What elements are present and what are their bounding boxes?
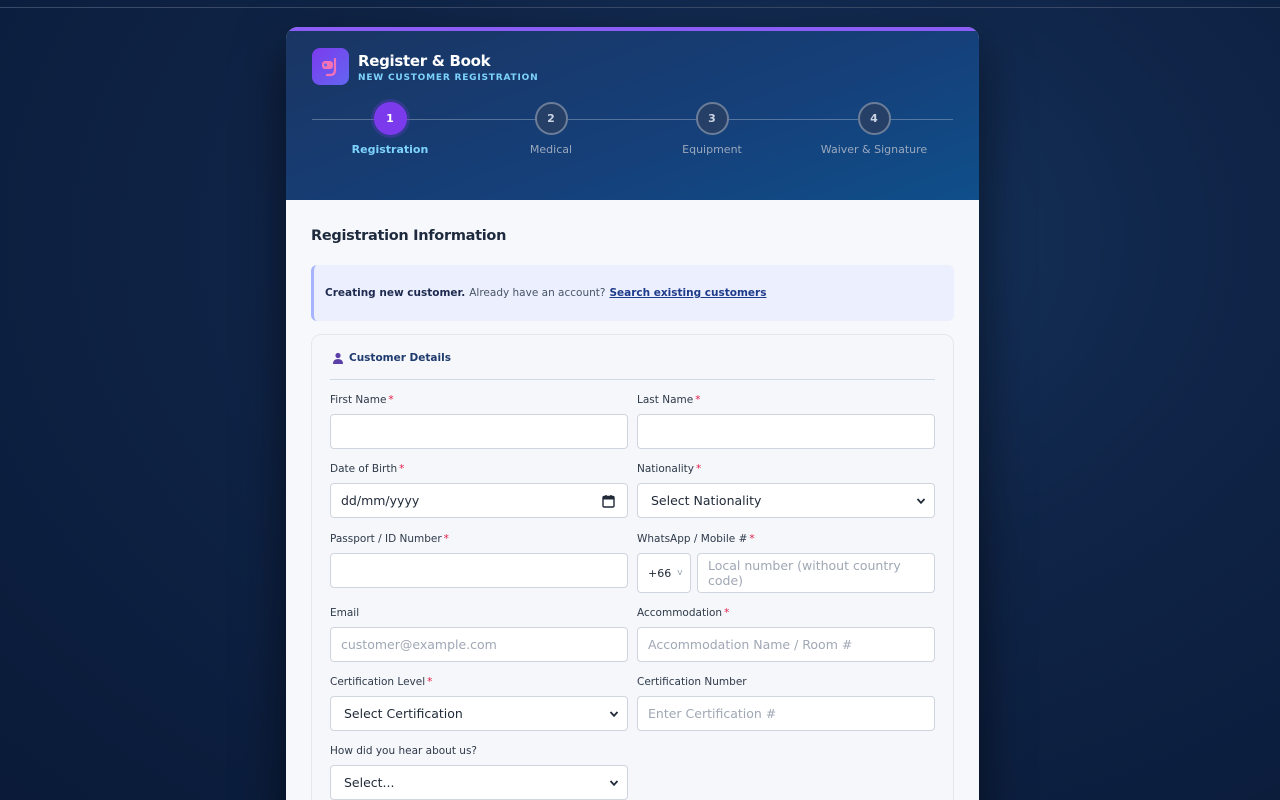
nationality-value: Select Nationality — [651, 493, 762, 508]
cert-number-label: Certification Number — [637, 676, 747, 688]
required-marker: * — [399, 463, 405, 475]
passport-input[interactable] — [330, 553, 628, 588]
app-subtitle: NEW CUSTOMER REGISTRATION — [358, 73, 539, 83]
whatsapp-label: WhatsApp / Mobile # * — [637, 533, 755, 545]
whatsapp-placeholder: Local number (without country code) — [708, 558, 901, 588]
label-text: Accommodation — [637, 607, 723, 619]
dob-input[interactable]: dd/mm/yyyy — [330, 483, 628, 518]
card-header: Register & Book NEW CUSTOMER REGISTRATIO… — [286, 27, 979, 200]
user-icon — [333, 352, 343, 364]
dob-value: dd/mm/yyyy — [341, 493, 420, 508]
label-text: Nationality — [637, 463, 695, 475]
label-text: Certification Level — [330, 676, 426, 688]
notice-text: Already have an account? — [469, 287, 606, 299]
label-text: WhatsApp / Mobile # — [637, 533, 748, 545]
country-code-select[interactable]: +66 v — [637, 553, 691, 593]
hear-about-label: How did you hear about us? — [330, 745, 477, 757]
app-logo — [312, 48, 349, 85]
last-name-label: Last Name * — [637, 394, 700, 406]
cert-number-input[interactable]: Enter Certification # — [637, 696, 935, 731]
step-number: 1 — [373, 102, 407, 135]
label-text: Certification Number — [637, 676, 747, 688]
email-label: Email — [330, 607, 359, 619]
chevron-down-icon: v — [677, 568, 683, 578]
notice-bold: Creating new customer. — [325, 287, 466, 299]
label-text: Email — [330, 607, 360, 619]
step-equipment[interactable]: 3 Equipment — [632, 102, 792, 156]
required-marker: * — [696, 463, 702, 475]
registration-card: Register & Book NEW CUSTOMER REGISTRATIO… — [286, 27, 979, 800]
hear-about-value: Select... — [344, 775, 395, 790]
cert-level-value: Select Certification — [344, 706, 463, 721]
panel-title: Customer Details — [349, 352, 451, 364]
step-label: Medical — [529, 143, 573, 156]
accommodation-input[interactable]: Accommodation Name / Room # — [637, 627, 935, 662]
cert-level-label: Certification Level * — [330, 676, 432, 688]
label-text: Passport / ID Number — [330, 533, 442, 545]
nationality-select[interactable]: Select Nationality — [637, 483, 935, 518]
panel-divider — [330, 379, 935, 380]
chevron-down-icon — [916, 498, 926, 505]
dob-label: Date of Birth * — [330, 463, 404, 475]
hear-about-select[interactable]: Select... — [330, 765, 628, 800]
app-title: Register & Book — [358, 52, 491, 70]
step-label: Waiver & Signature — [820, 143, 928, 156]
cert-number-placeholder: Enter Certification # — [648, 706, 777, 721]
first-name-label: First Name * — [330, 394, 394, 406]
required-marker: * — [388, 394, 394, 406]
email-input[interactable]: customer@example.com — [330, 627, 628, 662]
step-number: 3 — [695, 102, 729, 135]
first-name-input[interactable] — [330, 414, 628, 449]
customer-details-panel: Customer Details First Name * Last Name * … — [311, 334, 954, 800]
accommodation-label: Accommodation * — [637, 607, 729, 619]
accommodation-placeholder: Accommodation Name / Room # — [648, 637, 853, 652]
diving-mask-icon — [321, 57, 336, 76]
required-marker: * — [749, 533, 755, 545]
step-number: 2 — [534, 102, 568, 135]
step-label: Equipment — [682, 143, 742, 156]
section-title: Registration Information — [311, 228, 507, 244]
search-existing-customers-link[interactable]: Search existing customers — [609, 287, 766, 299]
step-waiver-signature[interactable]: 4 Waiver & Signature — [794, 102, 954, 156]
label-text: First Name — [330, 394, 387, 406]
panel-header: Customer Details — [332, 352, 451, 364]
top-border — [0, 7, 1280, 8]
step-number: 4 — [857, 102, 891, 135]
label-text: Last Name — [637, 394, 694, 406]
last-name-input[interactable] — [637, 414, 935, 449]
required-marker: * — [427, 676, 433, 688]
whatsapp-input[interactable]: Local number (without country code) — [697, 553, 935, 593]
chevron-down-icon — [609, 780, 619, 787]
cert-level-select[interactable]: Select Certification — [330, 696, 628, 731]
new-customer-notice: Creating new customer. Already have an a… — [311, 265, 954, 321]
step-medical[interactable]: 2 Medical — [471, 102, 631, 156]
required-marker: * — [443, 533, 449, 545]
chevron-down-icon — [609, 711, 619, 718]
email-placeholder: customer@example.com — [341, 637, 497, 652]
step-label: Registration — [351, 143, 429, 156]
nationality-label: Nationality * — [637, 463, 701, 475]
calendar-icon[interactable] — [602, 494, 615, 508]
label-text: How did you hear about us? — [330, 745, 477, 757]
required-marker: * — [724, 607, 730, 619]
passport-label: Passport / ID Number * — [330, 533, 449, 545]
country-code-value: +66 — [648, 566, 672, 580]
step-registration[interactable]: 1 Registration — [310, 102, 470, 156]
required-marker: * — [695, 394, 701, 406]
label-text: Date of Birth — [330, 463, 398, 475]
